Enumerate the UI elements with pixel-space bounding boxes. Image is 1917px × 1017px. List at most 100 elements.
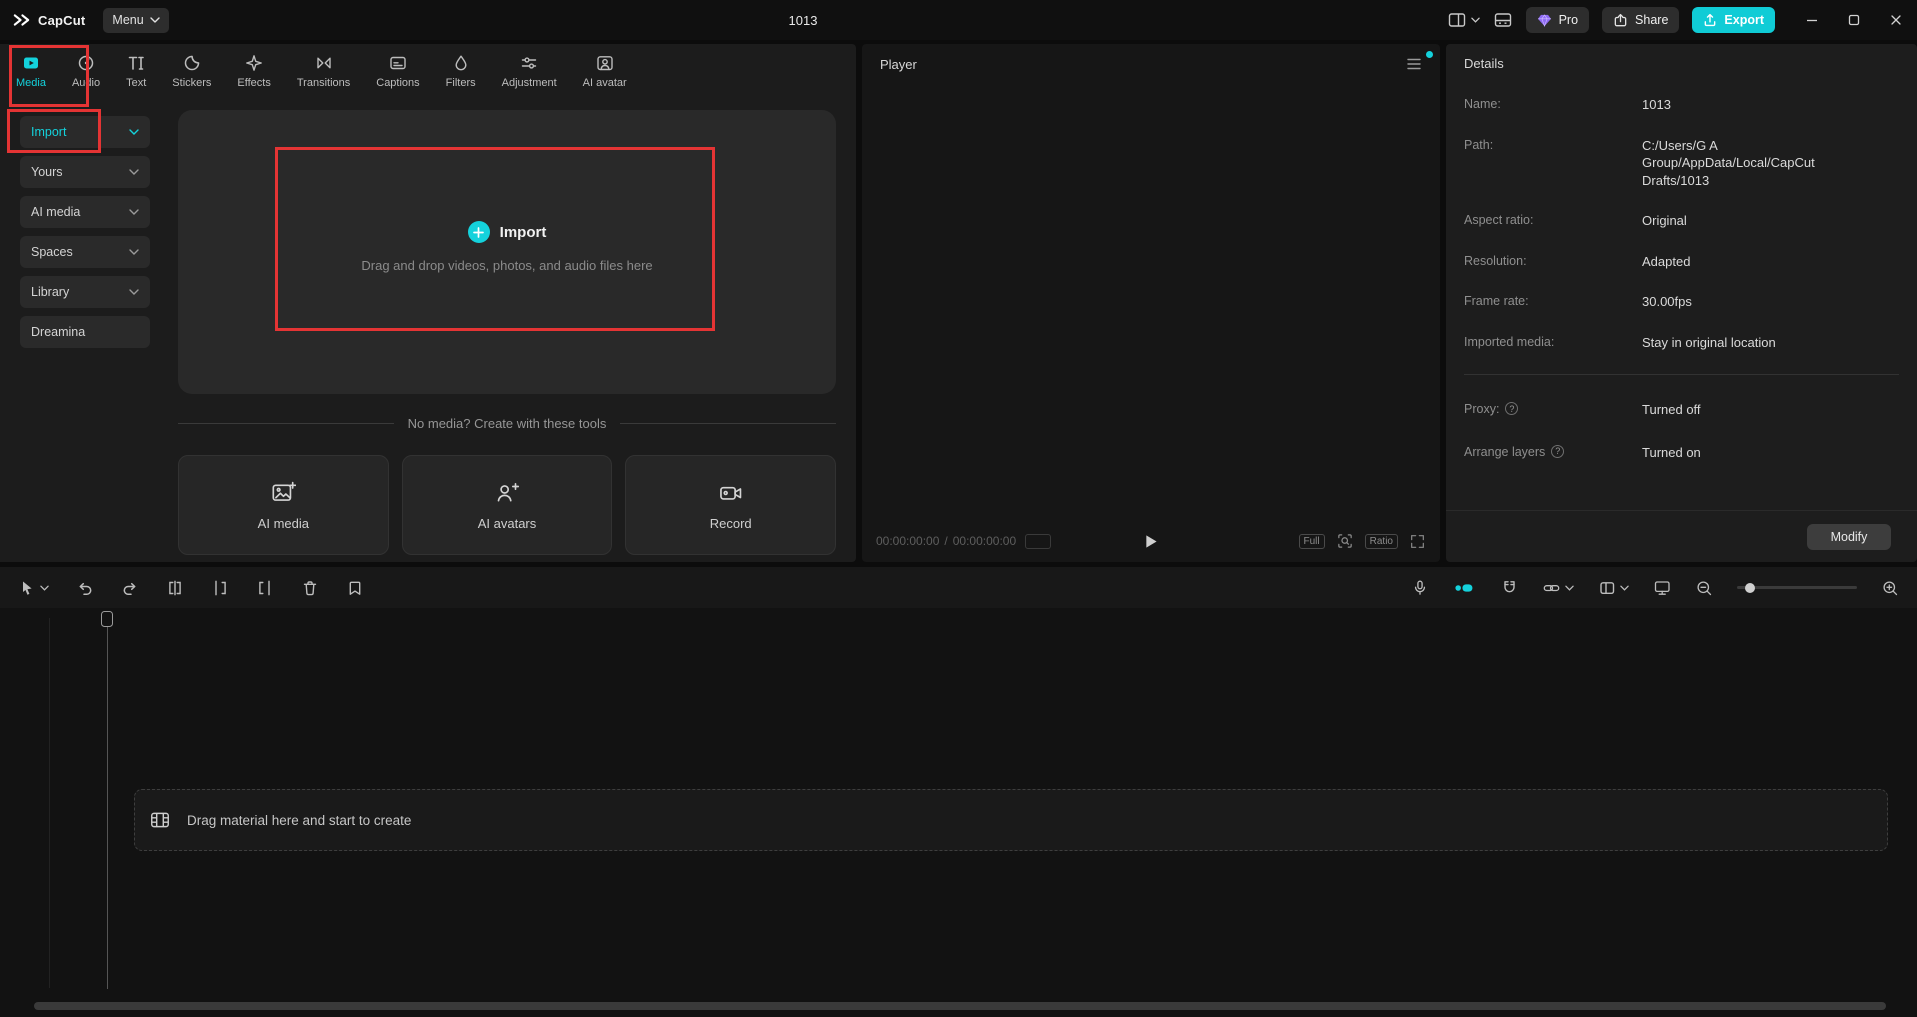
- media-library-panel: Media Audio Text Stickers Effects: [0, 44, 856, 562]
- info-icon[interactable]: ?: [1551, 445, 1564, 458]
- play-button[interactable]: [1144, 534, 1158, 549]
- sidebar-item-dreamina[interactable]: Dreamina: [20, 316, 150, 348]
- record-card[interactable]: Record: [625, 455, 836, 555]
- tab-audio[interactable]: Audio: [72, 53, 100, 89]
- detail-row-resolution: Resolution: Adapted: [1464, 253, 1899, 271]
- track-options-button[interactable]: [1598, 579, 1629, 597]
- fullscreen-icon[interactable]: [1409, 533, 1426, 550]
- ratio-button[interactable]: Ratio: [1365, 534, 1398, 549]
- export-button[interactable]: Export: [1692, 7, 1775, 33]
- adjustment-icon: [519, 53, 539, 73]
- tab-ai-avatar[interactable]: AI avatar: [583, 53, 627, 89]
- redo-icon[interactable]: [121, 579, 139, 597]
- project-title: 1013: [743, 0, 863, 40]
- chevron-down-icon: [1620, 585, 1629, 591]
- tab-captions[interactable]: Captions: [376, 53, 419, 89]
- sidebar-item-ai-media[interactable]: AI media: [20, 196, 150, 228]
- timeline-zoom-slider[interactable]: [1737, 581, 1857, 595]
- focus-zoom-icon[interactable]: [1336, 532, 1354, 550]
- tab-transitions[interactable]: Transitions: [297, 53, 350, 89]
- sidebar-item-label: Library: [31, 285, 69, 299]
- timeline-dropzone[interactable]: Drag material here and start to create: [134, 789, 1888, 851]
- audio-icon: [76, 53, 96, 73]
- detail-row-name: Name: 1013: [1464, 96, 1899, 114]
- capcut-logo-icon: [12, 13, 31, 27]
- menu-button[interactable]: Menu: [103, 8, 168, 33]
- ai-avatars-card[interactable]: AI avatars: [402, 455, 613, 555]
- tab-filters[interactable]: Filters: [446, 53, 476, 89]
- track-left-edge: [49, 618, 50, 988]
- zoom-in-icon[interactable]: [1881, 579, 1899, 597]
- detail-row-imported-media: Imported media: Stay in original locatio…: [1464, 334, 1899, 352]
- timeline-area[interactable]: Drag material here and start to create: [0, 608, 1917, 1017]
- pro-button[interactable]: Pro: [1526, 7, 1589, 33]
- panel-layout-button[interactable]: [1493, 10, 1513, 30]
- close-button[interactable]: [1875, 0, 1917, 40]
- track-options-icon: [1598, 579, 1616, 597]
- minimize-button[interactable]: [1791, 0, 1833, 40]
- import-dropzone[interactable]: Import Drag and drop videos, photos, and…: [178, 110, 836, 394]
- ai-media-card[interactable]: AI media: [178, 455, 389, 555]
- select-tool-button[interactable]: [18, 579, 49, 597]
- tab-adjustment[interactable]: Adjustment: [502, 53, 557, 89]
- tab-label: Transitions: [297, 77, 350, 89]
- chevron-down-icon: [150, 17, 160, 23]
- preview-axis-icon[interactable]: [1653, 579, 1671, 597]
- layout-split-button[interactable]: [1447, 10, 1480, 30]
- chevron-down-icon: [129, 169, 139, 175]
- chevron-down-icon: [40, 585, 49, 591]
- info-icon[interactable]: ?: [1505, 402, 1518, 415]
- mask-icon[interactable]: [346, 579, 364, 597]
- detail-label: Proxy:: [1464, 401, 1499, 418]
- delete-right-icon[interactable]: [256, 579, 274, 597]
- full-preview-button[interactable]: Full: [1299, 534, 1325, 549]
- delete-left-icon[interactable]: [211, 579, 229, 597]
- modify-button[interactable]: Modify: [1807, 524, 1891, 550]
- tab-label: Effects: [237, 77, 270, 89]
- magnet-snap-icon[interactable]: [1500, 579, 1518, 597]
- maximize-button[interactable]: [1833, 0, 1875, 40]
- ai-avatar-icon: [595, 53, 615, 73]
- voiceover-mic-icon[interactable]: [1411, 579, 1429, 597]
- player-menu-icon[interactable]: [1406, 57, 1422, 71]
- tab-media[interactable]: Media: [16, 53, 46, 89]
- sidebar-item-library[interactable]: Library: [20, 276, 150, 308]
- tab-effects[interactable]: Effects: [237, 53, 270, 89]
- link-icon: [1542, 579, 1561, 597]
- detail-label: Aspect ratio:: [1464, 212, 1642, 230]
- tool-card-label: Record: [710, 516, 752, 531]
- sidebar-item-import[interactable]: Import: [20, 116, 150, 148]
- tab-text[interactable]: Text: [126, 53, 146, 89]
- detail-label: Name:: [1464, 96, 1642, 114]
- split-icon[interactable]: [166, 579, 184, 597]
- details-title: Details: [1464, 56, 1504, 71]
- timecode: 00:00:00:00 / 00:00:00:00: [876, 534, 1016, 548]
- sidebar-item-yours[interactable]: Yours: [20, 156, 150, 188]
- slider-knob[interactable]: [1745, 583, 1755, 593]
- delete-icon[interactable]: [301, 579, 319, 597]
- pro-gem-icon: [1537, 14, 1552, 27]
- tab-label: AI avatar: [583, 77, 627, 89]
- linking-button[interactable]: [1542, 579, 1574, 597]
- menu-label: Menu: [112, 13, 143, 27]
- detail-label: Resolution:: [1464, 253, 1642, 271]
- sidebar-item-spaces[interactable]: Spaces: [20, 236, 150, 268]
- tab-label: Adjustment: [502, 77, 557, 89]
- tab-stickers[interactable]: Stickers: [172, 53, 211, 89]
- timecode-format-badge[interactable]: [1025, 534, 1051, 549]
- tab-label: Audio: [72, 77, 100, 89]
- undo-icon[interactable]: [76, 579, 94, 597]
- horizontal-scrollbar[interactable]: [34, 1002, 1886, 1010]
- detail-label: Path:: [1464, 137, 1642, 190]
- sidebar-item-label: Dreamina: [31, 325, 85, 339]
- timecode-separator: /: [944, 534, 947, 548]
- tab-label: Text: [126, 77, 146, 89]
- detail-label: Frame rate:: [1464, 293, 1642, 311]
- share-button[interactable]: Share: [1602, 7, 1679, 33]
- panel-layout-icon: [1493, 10, 1513, 30]
- playhead-handle[interactable]: [101, 611, 113, 627]
- auto-attach-toggle-icon[interactable]: [1453, 579, 1476, 597]
- tab-label: Filters: [446, 77, 476, 89]
- import-button[interactable]: Import: [468, 221, 547, 243]
- zoom-out-icon[interactable]: [1695, 579, 1713, 597]
